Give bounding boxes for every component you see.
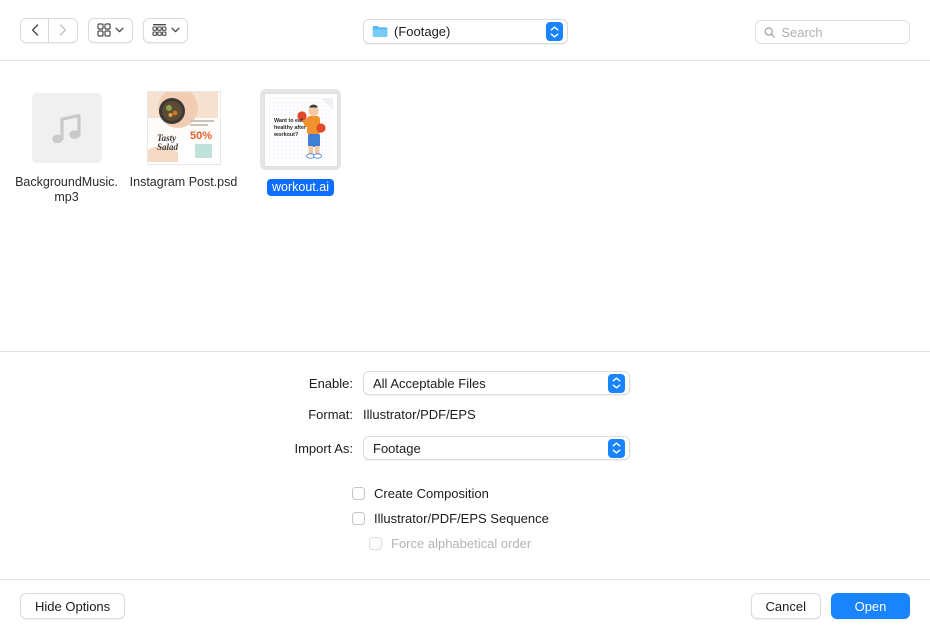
svg-text:50%: 50% <box>190 130 212 142</box>
group-by-icon <box>151 24 166 36</box>
dialog-footer: Hide Options Cancel Open <box>0 580 930 632</box>
ai-artwork: Want to eat healthy after workout? <box>264 93 337 166</box>
search-field[interactable] <box>755 20 910 44</box>
enable-value: All Acceptable Files <box>373 375 486 391</box>
enable-dropdown[interactable]: All Acceptable Files <box>363 371 630 395</box>
dialog-toolbar: (Footage) <box>0 0 930 61</box>
enable-stepper[interactable] <box>608 373 625 393</box>
music-note-icon <box>51 113 81 143</box>
footer-action-buttons: Cancel Open <box>750 593 910 619</box>
chevron-up-icon <box>612 442 621 447</box>
cancel-button[interactable]: Cancel <box>750 593 821 619</box>
import-options-panel: Enable: All Acceptable Files Format: Ill… <box>0 352 930 580</box>
force-alphabetical-label: Force alphabetical order <box>391 536 532 551</box>
open-button[interactable]: Open <box>831 593 910 619</box>
svg-text:workout?: workout? <box>273 132 298 138</box>
sequence-label: Illustrator/PDF/EPS Sequence <box>374 511 549 526</box>
chevron-up-icon <box>550 25 559 30</box>
create-composition-label: Create Composition <box>374 486 489 501</box>
file-label: BackgroundMusic.mp3 <box>15 175 118 204</box>
grid-view-icon <box>97 23 111 37</box>
format-value: Illustrator/PDF/EPS <box>363 407 476 422</box>
group-view-dropdown[interactable] <box>143 17 188 43</box>
enable-label: Enable: <box>308 375 353 391</box>
chevron-down-icon <box>115 27 124 33</box>
svg-text:Want to eat: Want to eat <box>274 118 303 124</box>
psd-thumbnail: Tasty Salad 50% <box>146 90 221 165</box>
svg-text:Salad: Salad <box>157 142 179 152</box>
sequence-checkbox[interactable] <box>352 512 365 525</box>
file-item-workout[interactable]: Want to eat healthy after workout? worko… <box>242 87 359 205</box>
import-as-stepper[interactable] <box>608 438 625 458</box>
file-thumbnail: Tasty Salad 50% <box>145 89 222 166</box>
file-item-instagram-post[interactable]: Tasty Salad 50% Instagram Post.psd <box>125 87 242 205</box>
navigation-buttons <box>20 17 78 43</box>
chevron-left-icon <box>31 24 38 36</box>
chevron-right-icon <box>59 24 67 36</box>
folder-icon <box>372 26 388 37</box>
back-button[interactable] <box>20 17 49 43</box>
create-composition-checkbox-row[interactable]: Create Composition <box>352 486 489 501</box>
chevron-down-icon <box>612 449 621 454</box>
forward-button[interactable] <box>49 17 78 43</box>
psd-artwork: Tasty Salad 50% <box>147 91 218 162</box>
file-label-selected: workout.ai <box>267 179 334 196</box>
file-label: Instagram Post.psd <box>129 175 238 189</box>
search-icon <box>764 26 775 38</box>
path-dropdown[interactable]: (Footage) <box>363 19 568 44</box>
path-label: (Footage) <box>394 24 451 39</box>
path-stepper[interactable] <box>546 22 563 41</box>
format-row: Format: Illustrator/PDF/EPS <box>243 407 476 422</box>
icon-view-dropdown[interactable] <box>88 17 133 43</box>
file-item-backgroundmusic[interactable]: BackgroundMusic.mp3 <box>8 87 125 205</box>
create-composition-checkbox[interactable] <box>352 487 365 500</box>
chevron-down-icon <box>550 33 559 38</box>
audio-file-icon <box>31 92 102 163</box>
file-browser[interactable]: BackgroundMusic.mp3 Tasty Salad 50% Inst… <box>0 61 930 352</box>
chevron-up-icon <box>612 377 621 382</box>
search-input[interactable] <box>781 24 901 40</box>
import-as-dropdown[interactable]: Footage <box>363 436 630 460</box>
toolbar-left-controls <box>0 17 188 43</box>
force-alphabetical-checkbox <box>369 537 382 550</box>
import-as-row: Import As: Footage <box>243 436 630 460</box>
sequence-checkbox-row[interactable]: Illustrator/PDF/EPS Sequence <box>352 511 549 526</box>
import-as-label: Import As: <box>294 440 353 456</box>
hide-options-button[interactable]: Hide Options <box>20 593 126 619</box>
svg-text:healthy after: healthy after <box>274 125 307 131</box>
ai-thumbnail: Want to eat healthy after workout? <box>264 93 337 166</box>
chevron-down-icon <box>612 384 621 389</box>
force-alphabetical-checkbox-row: Force alphabetical order <box>369 536 531 551</box>
file-grid: BackgroundMusic.mp3 Tasty Salad 50% Inst… <box>0 87 930 205</box>
import-as-value: Footage <box>373 440 421 456</box>
chevron-down-icon <box>170 27 180 33</box>
file-thumbnail-selected: Want to eat healthy after workout? <box>260 89 341 170</box>
enable-row: Enable: All Acceptable Files <box>243 371 630 395</box>
file-thumbnail <box>28 89 105 166</box>
format-label: Format: <box>308 407 353 422</box>
